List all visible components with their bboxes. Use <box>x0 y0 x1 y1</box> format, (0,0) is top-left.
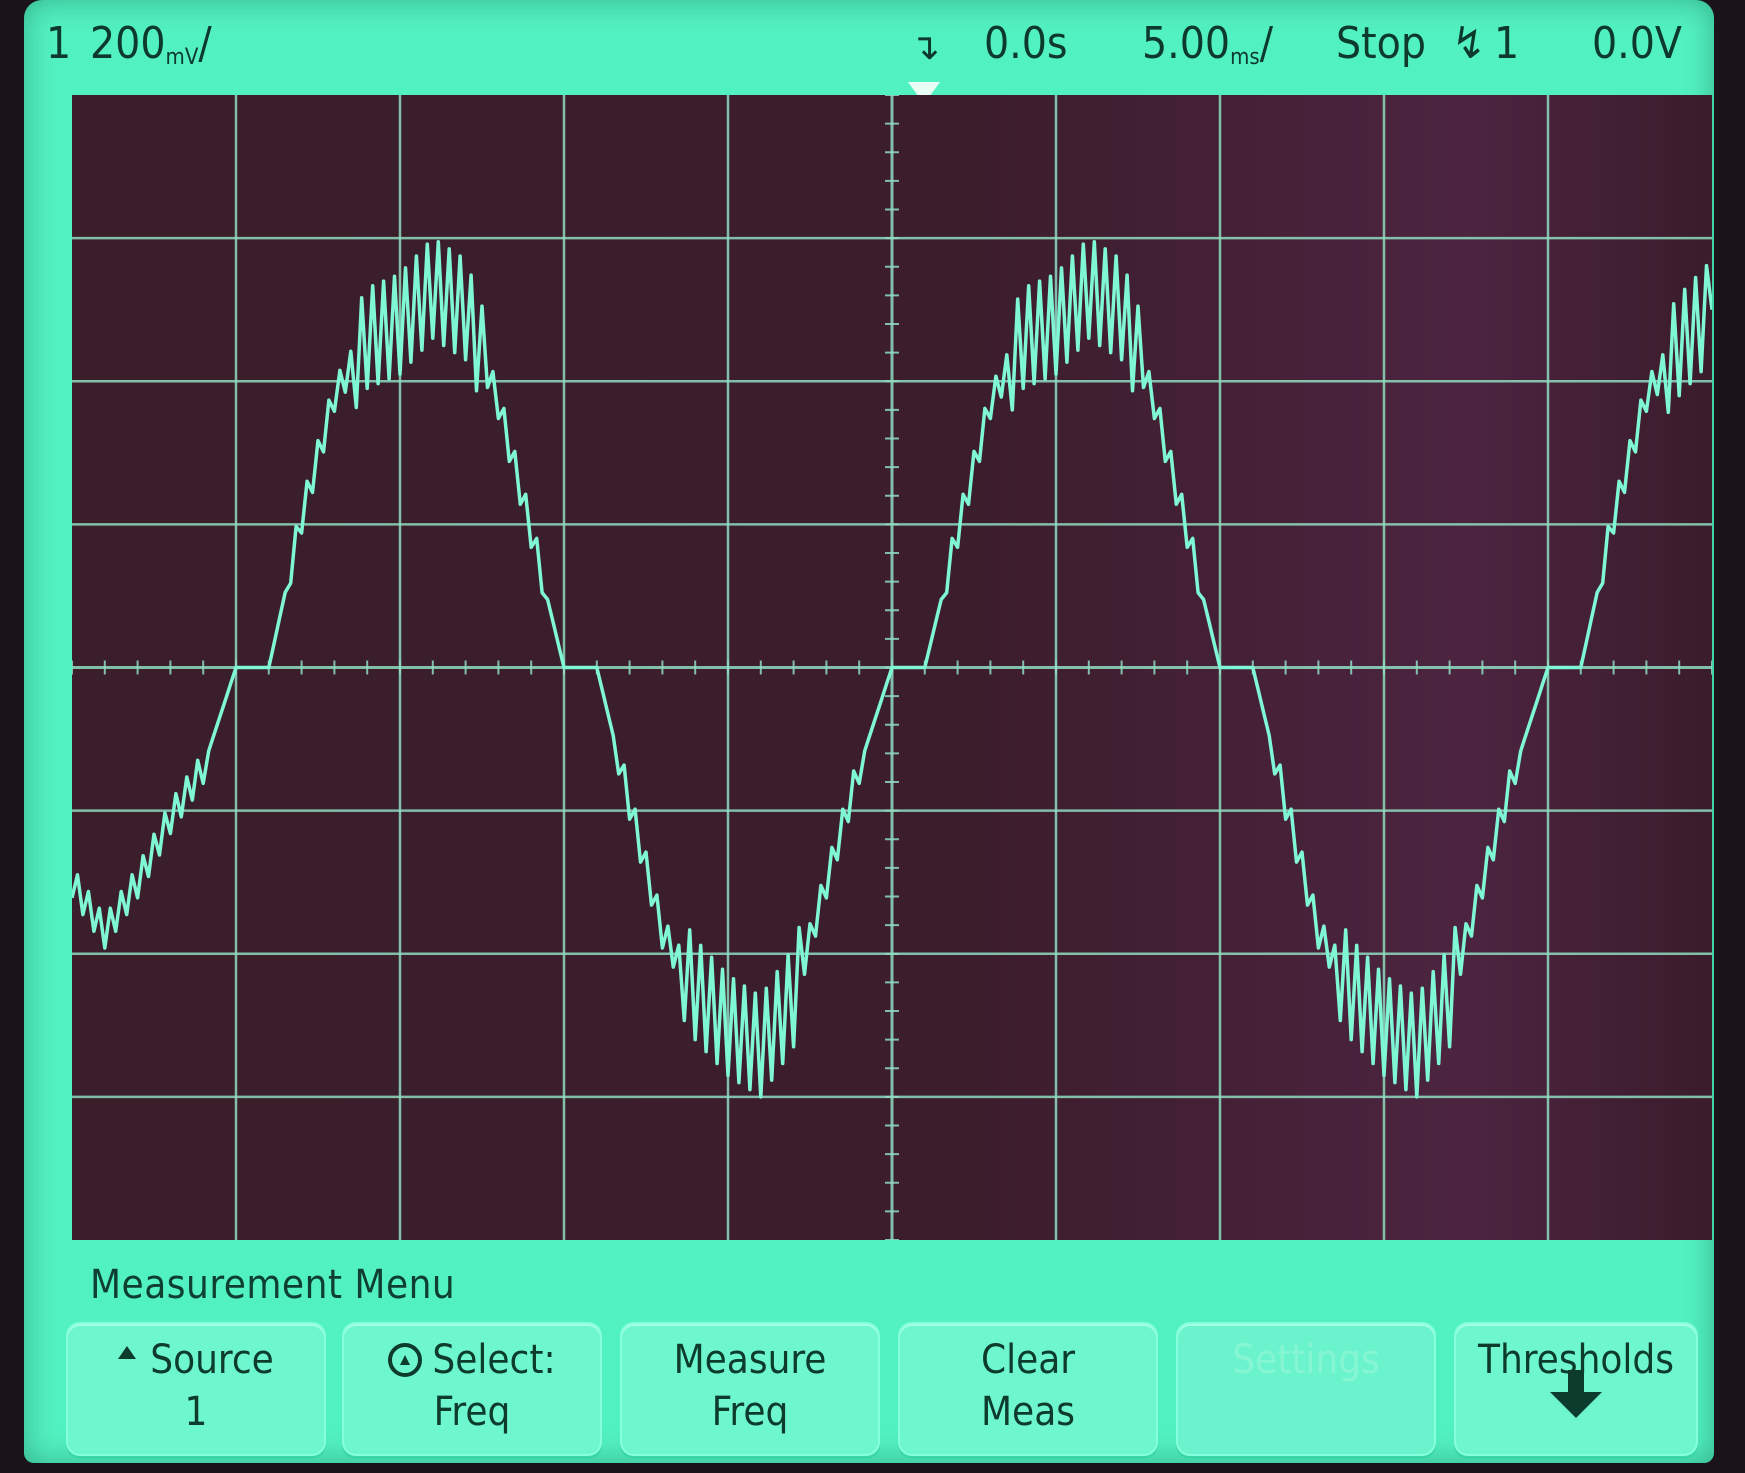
down-arrow-icon <box>1550 1370 1602 1418</box>
volts-per-div: 200mV/ <box>90 18 212 70</box>
measure-freq-softkey[interactable]: Measure Freq <box>620 1322 880 1456</box>
thresholds-softkey[interactable]: Thresholds <box>1454 1322 1698 1456</box>
entry-knob-icon <box>388 1343 423 1377</box>
trigger-level: 0.0V <box>1592 18 1682 69</box>
softkey-value: Meas <box>980 1389 1075 1435</box>
softkey-value: 1 <box>184 1389 208 1435</box>
graticule <box>72 95 1712 1240</box>
softkey-value: Freq <box>711 1389 789 1435</box>
status-bar: 1 200mV/ ↴ 0.0s 5.00ms/ Stop ↯ 1 0.0V <box>24 0 1714 90</box>
menu-title: Measurement Menu <box>90 1262 456 1308</box>
channel-number: 1 <box>46 18 72 69</box>
softkey-label: Select: <box>432 1337 556 1383</box>
run-state: Stop <box>1336 18 1426 69</box>
softkey-label: Source <box>150 1337 274 1383</box>
up-triangle-icon <box>118 1346 137 1359</box>
source-softkey[interactable]: Source 1 <box>66 1322 326 1456</box>
softkey-label: Measure <box>673 1337 827 1383</box>
rising-edge-icon: ↯ <box>1452 18 1486 69</box>
settings-softkey[interactable]: Settings <box>1176 1322 1436 1456</box>
select-softkey[interactable]: Select: Freq <box>342 1322 602 1456</box>
waveform-display <box>72 95 1712 1240</box>
oscilloscope-screen: 1 200mV/ ↴ 0.0s 5.00ms/ Stop ↯ 1 0.0V Me… <box>24 0 1714 1463</box>
time-per-div: 5.00ms/ <box>1142 18 1274 70</box>
trigger-channel: 1 <box>1494 18 1520 69</box>
softkey-value: Freq <box>433 1389 511 1435</box>
clear-meas-softkey[interactable]: Clear Meas <box>898 1322 1158 1456</box>
softkey-label: Clear <box>980 1337 1076 1383</box>
time-offset: 0.0s <box>984 18 1068 69</box>
softkey-label: Settings <box>1232 1337 1380 1383</box>
